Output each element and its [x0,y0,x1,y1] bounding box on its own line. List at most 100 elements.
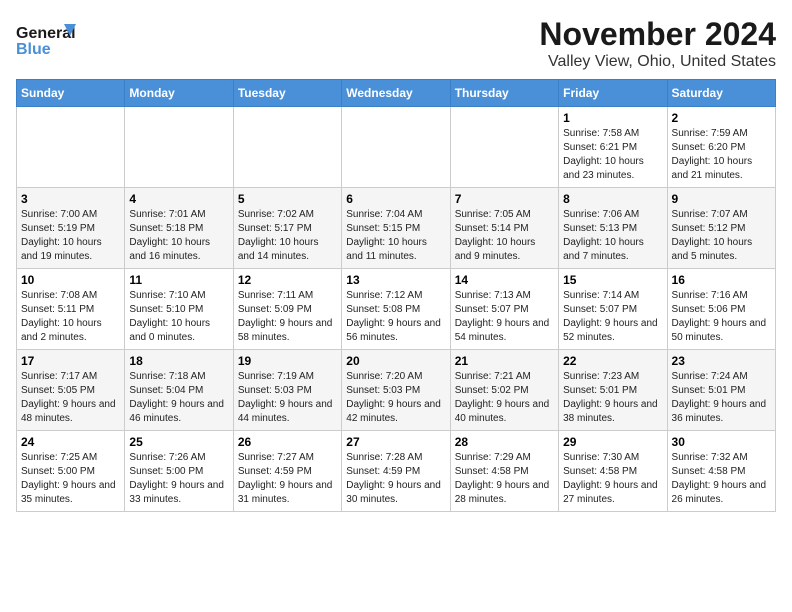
day-number: 21 [455,354,554,368]
day-number: 18 [129,354,228,368]
calendar-cell: 24Sunrise: 7:25 AM Sunset: 5:00 PM Dayli… [17,431,125,512]
page-subtitle: Valley View, Ohio, United States [539,53,776,71]
day-number: 15 [563,273,662,287]
day-number: 27 [346,435,445,449]
calendar-cell: 28Sunrise: 7:29 AM Sunset: 4:58 PM Dayli… [450,431,558,512]
calendar-cell [450,107,558,188]
calendar-cell: 10 Sunrise: 7:08 AM Sunset: 5:11 PM Dayli… [17,269,125,350]
day-info: Sunrise: 7:07 AM Sunset: 5:12 PM Dayligh… [672,208,771,264]
page-header: General Blue November 2024 Valley View, … [16,16,776,71]
day-number: 17 [21,354,120,368]
day-info: Sunrise: 7:32 AM Sunset: 4:58 PM Dayligh… [672,451,771,507]
day-number: 1 [563,111,662,125]
calendar-cell [125,107,233,188]
calendar-cell: 21Sunrise: 7:21 AM Sunset: 5:02 PM Dayli… [450,350,558,431]
day-info: Sunrise: 7:29 AM Sunset: 4:58 PM Dayligh… [455,451,554,507]
day-number: 24 [21,435,120,449]
day-number: 12 [238,273,337,287]
calendar-cell: 4Sunrise: 7:01 AM Sunset: 5:18 PM Daylig… [125,188,233,269]
day-number: 19 [238,354,337,368]
day-number: 16 [672,273,771,287]
day-info: Sunrise: 7:13 AM Sunset: 5:07 PM Dayligh… [455,289,554,345]
day-number: 26 [238,435,337,449]
logo: General Blue [16,16,76,66]
weekday-header: Friday [559,80,667,107]
weekday-header: Tuesday [233,80,341,107]
calendar-cell: 27 Sunrise: 7:28 AM Sunset: 4:59 PM Dayli… [342,431,450,512]
calendar-cell [233,107,341,188]
day-number: 9 [672,192,771,206]
calendar-cell: 23 Sunrise: 7:24 AM Sunset: 5:01 PM Dayli… [667,350,775,431]
day-info: Sunrise: 7:08 AM Sunset: 5:11 PM Dayligh… [21,289,120,345]
calendar-table: SundayMondayTuesdayWednesdayThursdayFrid… [16,79,776,512]
day-number: 6 [346,192,445,206]
calendar-header-row: SundayMondayTuesdayWednesdayThursdayFrid… [17,80,776,107]
svg-text:Blue: Blue [16,41,51,58]
day-info: Sunrise: 7:23 AM Sunset: 5:01 PM Dayligh… [563,370,662,426]
day-info: Sunrise: 7:11 AM Sunset: 5:09 PM Dayligh… [238,289,337,345]
day-info: Sunrise: 7:17 AM Sunset: 5:05 PM Dayligh… [21,370,120,426]
calendar-cell: 7 Sunrise: 7:05 AM Sunset: 5:14 PM Daylig… [450,188,558,269]
calendar-cell: 19 Sunrise: 7:19 AM Sunset: 5:03 PM Dayli… [233,350,341,431]
calendar-cell: 15 Sunrise: 7:14 AM Sunset: 5:07 PM Dayli… [559,269,667,350]
day-info: Sunrise: 7:06 AM Sunset: 5:13 PM Dayligh… [563,208,662,264]
calendar-cell: 20 Sunrise: 7:20 AM Sunset: 5:03 PM Dayli… [342,350,450,431]
day-number: 29 [563,435,662,449]
calendar-week-row: 1Sunrise: 7:58 AM Sunset: 6:21 PM Daylig… [17,107,776,188]
day-info: Sunrise: 7:20 AM Sunset: 5:03 PM Dayligh… [346,370,445,426]
calendar-cell: 25Sunrise: 7:26 AM Sunset: 5:00 PM Dayli… [125,431,233,512]
day-info: Sunrise: 7:27 AM Sunset: 4:59 PM Dayligh… [238,451,337,507]
calendar-cell: 18 Sunrise: 7:18 AM Sunset: 5:04 PM Dayli… [125,350,233,431]
calendar-cell: 17 Sunrise: 7:17 AM Sunset: 5:05 PM Dayli… [17,350,125,431]
calendar-cell: 9 Sunrise: 7:07 AM Sunset: 5:12 PM Daylig… [667,188,775,269]
calendar-week-row: 10 Sunrise: 7:08 AM Sunset: 5:11 PM Dayli… [17,269,776,350]
calendar-cell [17,107,125,188]
day-info: Sunrise: 7:59 AM Sunset: 6:20 PM Dayligh… [672,127,771,183]
title-area: November 2024 Valley View, Ohio, United … [539,16,776,71]
calendar-cell: 26 Sunrise: 7:27 AM Sunset: 4:59 PM Dayli… [233,431,341,512]
day-number: 13 [346,273,445,287]
day-info: Sunrise: 7:14 AM Sunset: 5:07 PM Dayligh… [563,289,662,345]
calendar-cell: 5 Sunrise: 7:02 AM Sunset: 5:17 PM Daylig… [233,188,341,269]
day-info: Sunrise: 7:18 AM Sunset: 5:04 PM Dayligh… [129,370,228,426]
day-info: Sunrise: 7:12 AM Sunset: 5:08 PM Dayligh… [346,289,445,345]
day-number: 14 [455,273,554,287]
calendar-cell [342,107,450,188]
calendar-cell: 13 Sunrise: 7:12 AM Sunset: 5:08 PM Dayli… [342,269,450,350]
day-info: Sunrise: 7:00 AM Sunset: 5:19 PM Dayligh… [21,208,120,264]
calendar-cell: 8Sunrise: 7:06 AM Sunset: 5:13 PM Daylig… [559,188,667,269]
day-number: 7 [455,192,554,206]
page-title: November 2024 [539,16,776,53]
calendar-cell: 16 Sunrise: 7:16 AM Sunset: 5:06 PM Dayli… [667,269,775,350]
calendar-cell: 14 Sunrise: 7:13 AM Sunset: 5:07 PM Dayli… [450,269,558,350]
calendar-cell: 2Sunrise: 7:59 AM Sunset: 6:20 PM Daylig… [667,107,775,188]
day-info: Sunrise: 7:02 AM Sunset: 5:17 PM Dayligh… [238,208,337,264]
weekday-header: Wednesday [342,80,450,107]
weekday-header: Sunday [17,80,125,107]
day-info: Sunrise: 7:01 AM Sunset: 5:18 PM Dayligh… [129,208,228,264]
day-number: 20 [346,354,445,368]
calendar-cell: 30Sunrise: 7:32 AM Sunset: 4:58 PM Dayli… [667,431,775,512]
calendar-week-row: 3 Sunrise: 7:00 AM Sunset: 5:19 PM Daylig… [17,188,776,269]
day-info: Sunrise: 7:10 AM Sunset: 5:10 PM Dayligh… [129,289,228,345]
day-number: 22 [563,354,662,368]
weekday-header: Saturday [667,80,775,107]
calendar-week-row: 24Sunrise: 7:25 AM Sunset: 5:00 PM Dayli… [17,431,776,512]
day-info: Sunrise: 7:30 AM Sunset: 4:58 PM Dayligh… [563,451,662,507]
day-info: Sunrise: 7:04 AM Sunset: 5:15 PM Dayligh… [346,208,445,264]
day-info: Sunrise: 7:16 AM Sunset: 5:06 PM Dayligh… [672,289,771,345]
day-number: 3 [21,192,120,206]
day-info: Sunrise: 7:19 AM Sunset: 5:03 PM Dayligh… [238,370,337,426]
day-number: 23 [672,354,771,368]
day-info: Sunrise: 7:28 AM Sunset: 4:59 PM Dayligh… [346,451,445,507]
day-info: Sunrise: 7:05 AM Sunset: 5:14 PM Dayligh… [455,208,554,264]
day-number: 5 [238,192,337,206]
weekday-header: Monday [125,80,233,107]
logo-icon: General Blue [16,16,76,66]
calendar-cell: 22 Sunrise: 7:23 AM Sunset: 5:01 PM Dayli… [559,350,667,431]
calendar-cell: 29 Sunrise: 7:30 AM Sunset: 4:58 PM Dayli… [559,431,667,512]
day-number: 11 [129,273,228,287]
day-info: Sunrise: 7:24 AM Sunset: 5:01 PM Dayligh… [672,370,771,426]
calendar-week-row: 17 Sunrise: 7:17 AM Sunset: 5:05 PM Dayli… [17,350,776,431]
day-number: 10 [21,273,120,287]
